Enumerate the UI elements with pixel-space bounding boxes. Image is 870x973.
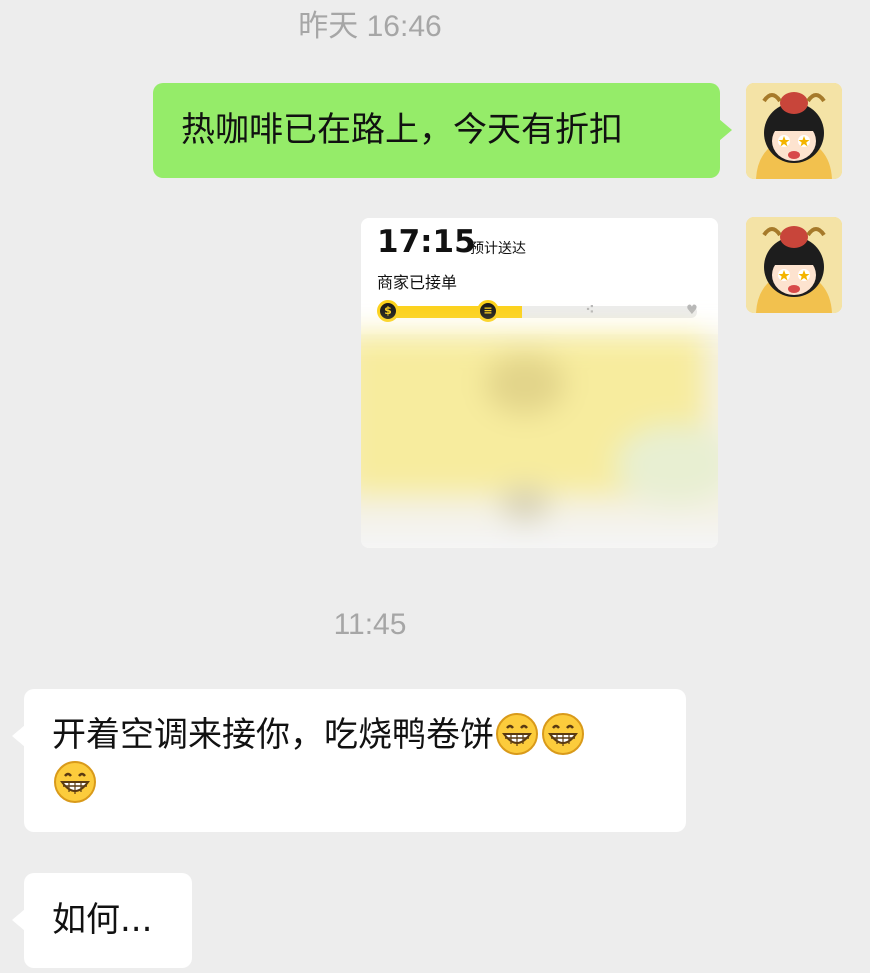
grin-emoji	[495, 712, 539, 756]
avatar-image	[746, 217, 842, 313]
avatar[interactable]	[746, 217, 842, 313]
timestamp: 11:45	[333, 608, 407, 641]
eta-time: 17:15	[377, 224, 476, 260]
received-message-bubble[interactable]: 如何...	[12, 873, 192, 968]
timestamp: 昨天 16:46	[298, 10, 442, 43]
order-status: 商家已接单	[377, 273, 458, 292]
shop-icon: ≡	[477, 300, 499, 322]
grin-emoji	[541, 712, 585, 756]
route-icon: ⁖	[585, 303, 595, 318]
delivery-status-card[interactable]: 17:15 预计送达 商家已接单 $ ≡ ⁖ ♥	[361, 218, 718, 548]
sent-message-bubble[interactable]: 热咖啡已在路上，今天有折扣	[153, 83, 732, 178]
message-text: 热咖啡已在路上，今天有折扣	[181, 110, 623, 150]
coin-icon: $	[377, 300, 399, 322]
eta-label: 预计送达	[470, 241, 526, 257]
grin-emoji	[53, 760, 97, 804]
delivery-progress-bar	[379, 306, 697, 318]
avatar[interactable]	[746, 83, 842, 179]
location-icon: ♥	[686, 303, 698, 318]
map-preview	[361, 334, 718, 548]
avatar-image	[746, 83, 842, 179]
message-text: 开着空调来接你，吃烧鸭卷饼	[52, 715, 494, 755]
message-text: 如何...	[52, 900, 153, 940]
card-header: 17:15 预计送达 商家已接单 $ ≡ ⁖ ♥	[361, 218, 718, 334]
progress-fill	[379, 306, 522, 318]
received-message-bubble[interactable]: 开着空调来接你，吃烧鸭卷饼	[12, 689, 686, 832]
